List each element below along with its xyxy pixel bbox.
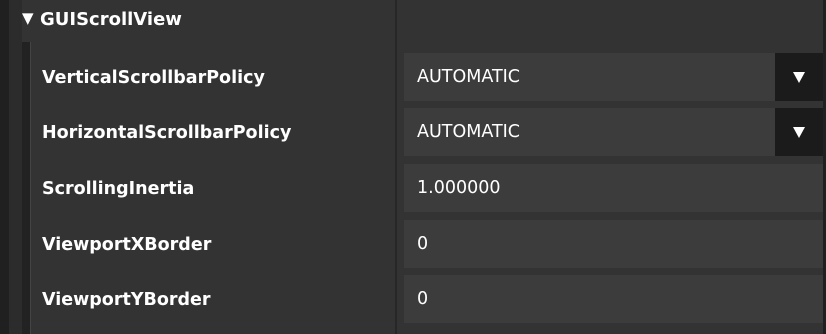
property-label: ScrollingInertia xyxy=(42,179,195,199)
vertical-scrollbar-policy-dropdown[interactable]: AUTOMATIC xyxy=(404,53,823,101)
property-label: HorizontalScrollbarPolicy xyxy=(42,123,292,143)
panel-left-border xyxy=(0,0,9,334)
property-label: VerticalScrollbarPolicy xyxy=(42,68,265,88)
property-label: ViewportYBorder xyxy=(42,290,211,310)
property-label: ViewportXBorder xyxy=(42,235,212,255)
section-title: GUIScrollView xyxy=(40,9,182,30)
dropdown-button[interactable] xyxy=(775,53,823,101)
viewport-x-border-input[interactable]: 0 xyxy=(404,220,823,268)
property-row-viewport-y-border: ViewportYBorder 0 xyxy=(31,273,823,327)
property-inspector: ▼ GUIScrollView VerticalScrollbarPolicy … xyxy=(0,0,826,334)
section-header[interactable]: ▼ GUIScrollView xyxy=(22,0,395,42)
property-row-vertical-scrollbar-policy: VerticalScrollbarPolicy AUTOMATIC xyxy=(31,51,823,105)
horizontal-scrollbar-policy-dropdown[interactable]: AUTOMATIC xyxy=(404,108,823,156)
property-row-viewport-x-border: ViewportXBorder 0 xyxy=(31,218,823,272)
dropdown-value: AUTOMATIC xyxy=(417,67,521,87)
chevron-down-icon xyxy=(793,71,805,83)
caret-down-icon[interactable]: ▼ xyxy=(22,11,40,26)
scrolling-inertia-input[interactable]: 1.000000 xyxy=(404,164,823,212)
dropdown-value: AUTOMATIC xyxy=(417,122,521,142)
viewport-y-border-input[interactable]: 0 xyxy=(404,275,823,323)
indent-guide xyxy=(22,42,30,334)
property-row-horizontal-scrollbar-policy: HorizontalScrollbarPolicy AUTOMATIC xyxy=(31,106,823,160)
chevron-down-icon xyxy=(793,126,805,138)
section-gutter xyxy=(9,0,22,334)
dropdown-button[interactable] xyxy=(775,108,823,156)
property-row-scrolling-inertia: ScrollingInertia 1.000000 xyxy=(31,162,823,216)
